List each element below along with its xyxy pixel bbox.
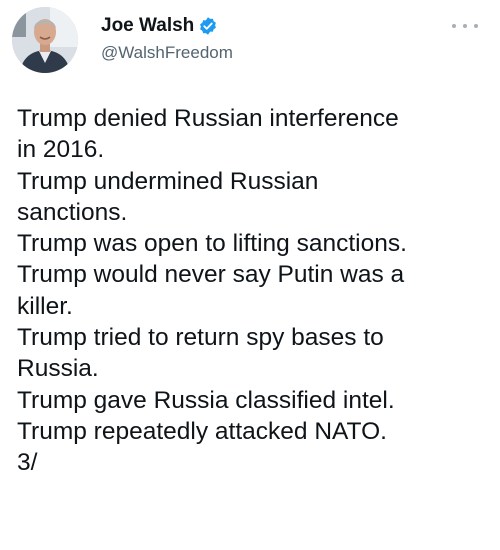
tweet-line: Trump undermined Russian xyxy=(17,167,319,195)
more-dot xyxy=(463,24,467,28)
tweet-line: in 2016. xyxy=(17,136,105,164)
tweet-line: killer. xyxy=(17,292,73,320)
tweet-line: Trump tried to return spy bases to xyxy=(17,324,384,352)
tweet-line: Russia. xyxy=(17,355,99,383)
author-handle[interactable]: @WalshFreedom xyxy=(101,42,233,64)
verified-badge-icon xyxy=(198,16,218,36)
tweet-line: Trump repeatedly attacked NATO. xyxy=(17,417,387,445)
tweet-card: Joe Walsh @WalshFreedom Trump denied Rus… xyxy=(0,0,500,550)
more-options-icon[interactable] xyxy=(452,18,478,34)
more-dot xyxy=(452,24,456,28)
more-dot xyxy=(474,24,478,28)
tweet-line: Trump was open to lifting sanctions. xyxy=(17,230,407,258)
author-display-name[interactable]: Joe Walsh xyxy=(101,14,194,38)
author-avatar[interactable] xyxy=(12,7,78,73)
tweet-line: 3/ xyxy=(17,449,38,477)
tweet-line: sanctions. xyxy=(17,198,128,226)
author-name-row: Joe Walsh xyxy=(101,14,218,38)
tweet-line: Trump would never say Putin was a xyxy=(17,261,405,289)
tweet-text: Trump denied Russian interference in 201… xyxy=(17,103,495,479)
tweet-line: Trump gave Russia classified intel. xyxy=(17,386,395,414)
profile-photo-icon xyxy=(12,7,78,73)
tweet-line: Trump denied Russian interference xyxy=(17,105,399,132)
